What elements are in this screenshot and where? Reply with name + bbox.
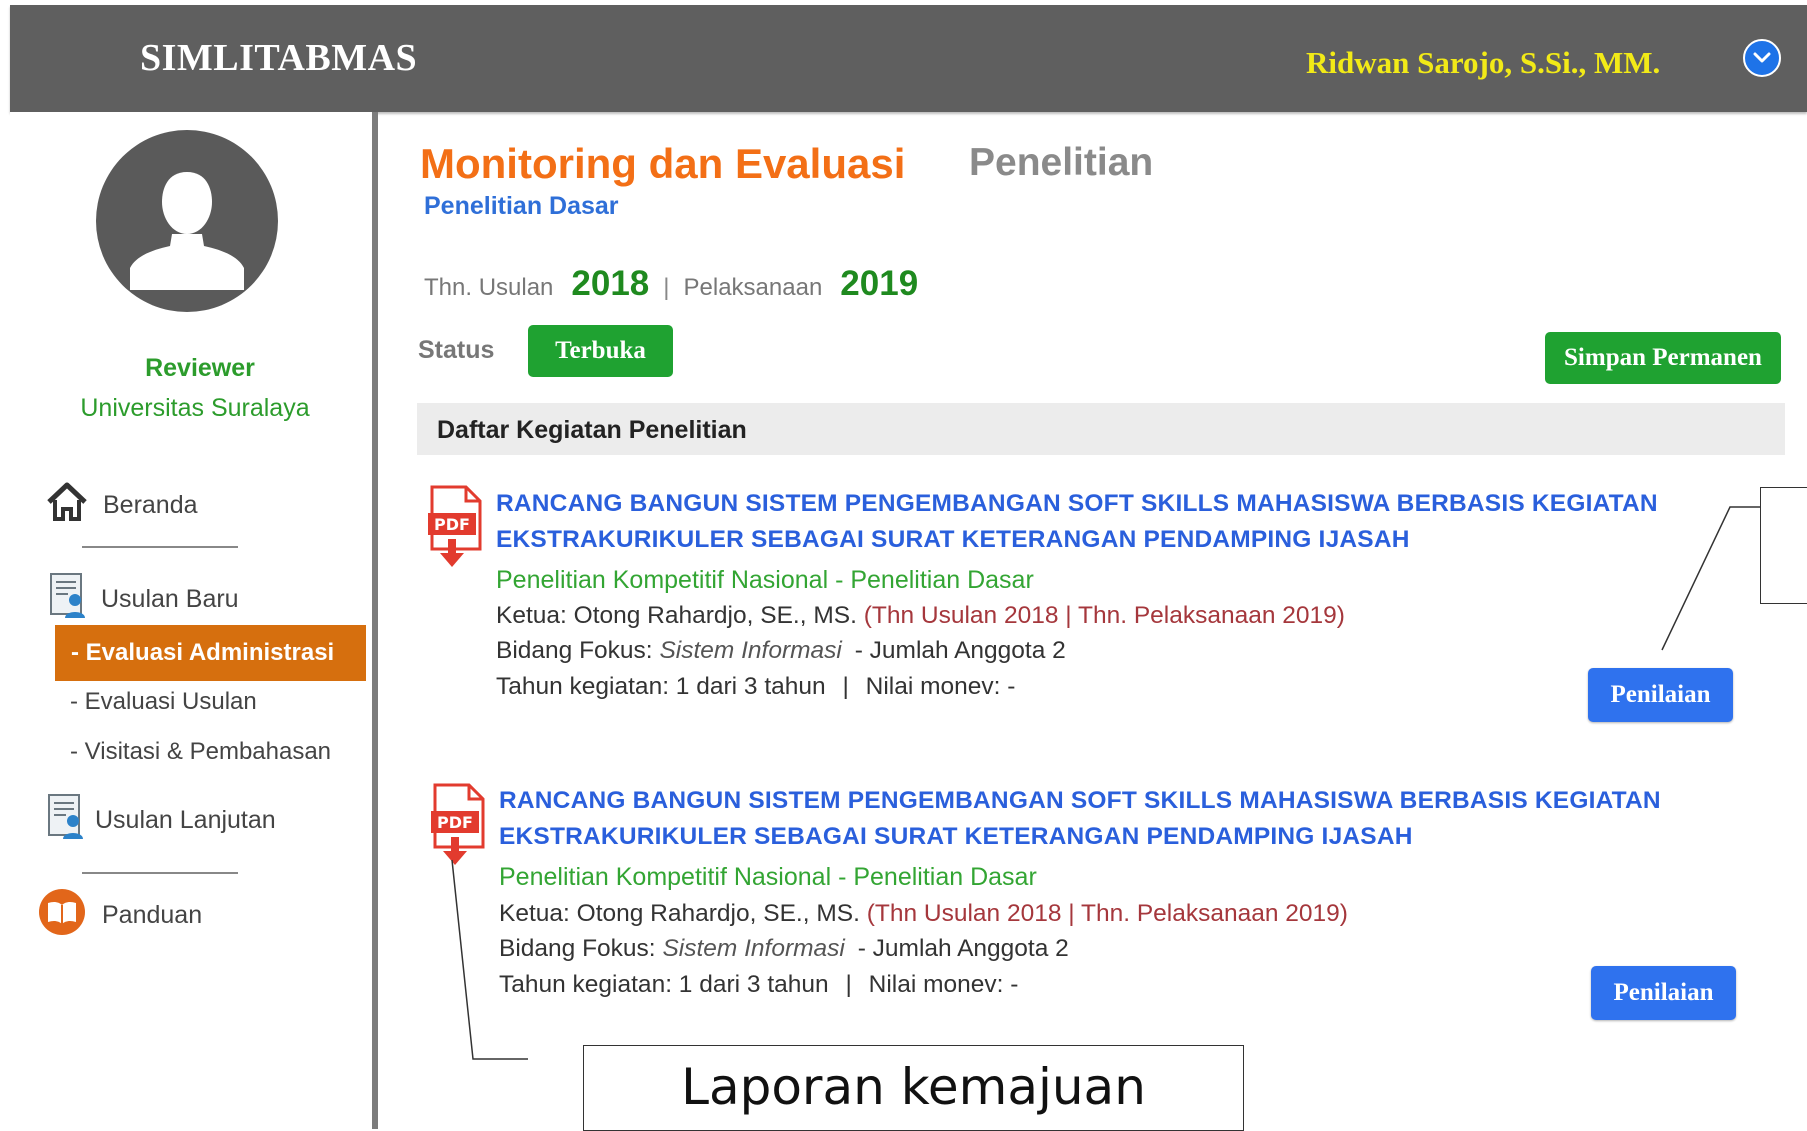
callout-box — [1760, 487, 1807, 604]
callout-laporan-kemajuan: Laporan kemajuan — [583, 1045, 1244, 1131]
callout-text: Laporan kemajuan — [681, 1058, 1146, 1116]
callout-lines — [451, 506, 1760, 1060]
